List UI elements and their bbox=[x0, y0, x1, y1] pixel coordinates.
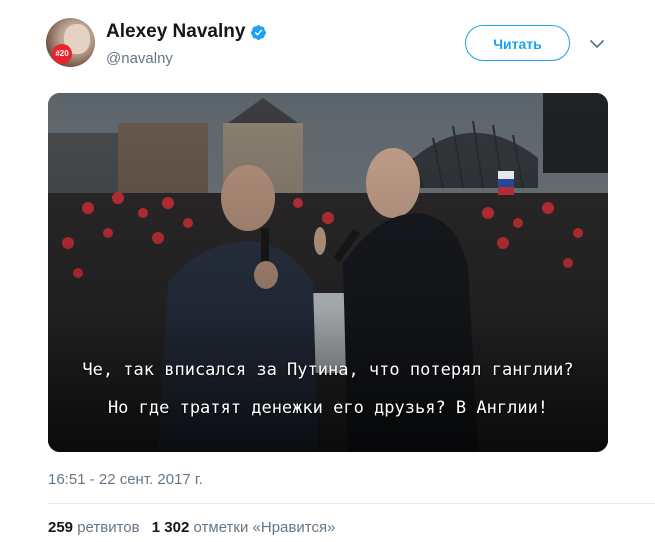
retweets-label: ретвитов bbox=[77, 519, 140, 536]
follow-button[interactable]: Читать bbox=[465, 25, 570, 61]
author-display-name[interactable]: Alexey Navalny bbox=[106, 20, 245, 44]
retweets-count: 259 bbox=[48, 519, 74, 536]
tweet-page: #20 Alexey Navalny @navalny Читать Че, т… bbox=[0, 0, 655, 542]
author-handle[interactable]: @navalny bbox=[106, 49, 267, 69]
verified-badge-icon bbox=[251, 24, 267, 40]
tweet-media-image[interactable]: Че, так вписался за Путина, что потерял … bbox=[48, 93, 608, 452]
divider bbox=[48, 503, 655, 504]
avatar-badge: #20 bbox=[52, 44, 72, 64]
chevron-down-icon[interactable] bbox=[589, 38, 605, 50]
likes-stat[interactable]: 1 302 отметки «Нравится» bbox=[152, 518, 336, 538]
retweets-stat[interactable]: 259 ретвитов bbox=[48, 518, 140, 538]
likes-label: отметки «Нравится» bbox=[193, 519, 336, 536]
media-caption-line-2: Но где тратят денежки его друзья? В Англ… bbox=[107, 398, 549, 418]
media-caption-line-1: Че, так вписался за Путина, что потерял … bbox=[82, 360, 574, 380]
tweet-timestamp[interactable]: 16:51 - 22 сент. 2017 г. bbox=[48, 470, 203, 490]
likes-count: 1 302 bbox=[151, 519, 190, 536]
tweet-stats: 259 ретвитов 1 302 отметки «Нравится» bbox=[48, 518, 343, 538]
avatar[interactable]: #20 bbox=[46, 18, 95, 67]
author-block: Alexey Navalny @navalny bbox=[106, 20, 267, 69]
